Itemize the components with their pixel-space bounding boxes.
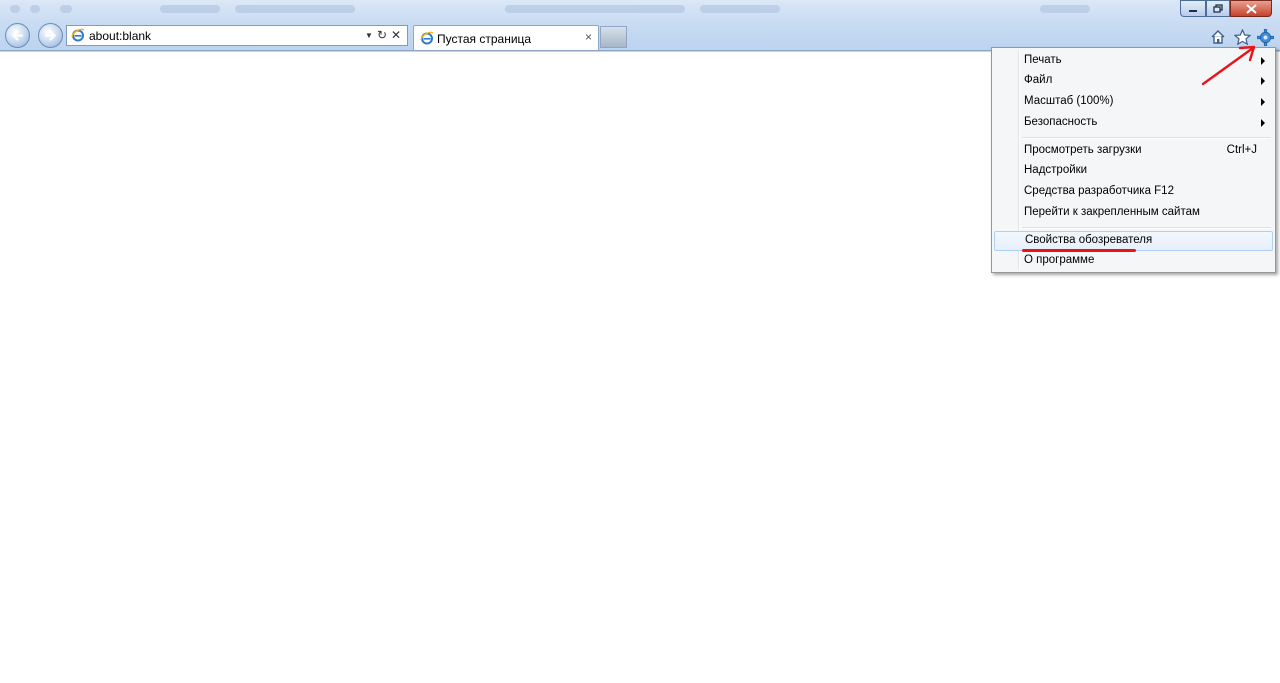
ie-logo-icon [71, 28, 85, 42]
menu-item-about[interactable]: О программе [994, 251, 1273, 271]
submenu-arrow-icon [1261, 119, 1265, 127]
close-window-button[interactable] [1230, 0, 1272, 17]
arrow-left-icon [11, 30, 24, 41]
annotation-underline [1022, 249, 1136, 252]
menu-item-safety[interactable]: Безопасность [994, 113, 1273, 133]
menu-item-label: Надстройки [1024, 164, 1088, 176]
stop-icon[interactable]: ✕ [390, 28, 402, 43]
menu-item-shortcut: Ctrl+J [1226, 144, 1257, 156]
minimize-icon [1189, 9, 1197, 12]
menu-item-label: Свойства обозревателя [1025, 234, 1153, 246]
tab-close-button[interactable]: × [585, 30, 592, 44]
address-dropdown-icon[interactable]: ▼ [363, 28, 375, 43]
menu-item-internet-options[interactable]: Свойства обозревателя [994, 231, 1273, 251]
browser-window: about:blank ▼ ↻ ✕ Пустая страница × Печа… [0, 0, 1280, 683]
close-icon [1245, 3, 1257, 14]
tab-blank-page[interactable]: Пустая страница × [413, 25, 599, 50]
annotation-arrow-icon [1201, 45, 1256, 86]
menu-item-label: Средства разработчика F12 [1024, 185, 1174, 197]
menu-item-label: Файл [1024, 74, 1053, 86]
menu-item-zoom[interactable]: Масштаб (100%) [994, 92, 1273, 112]
refresh-icon[interactable]: ↻ [376, 28, 388, 43]
window-controls [1180, 0, 1272, 18]
menu-item-label: Безопасность [1024, 116, 1098, 128]
menu-item-add-ons[interactable]: Надстройки [994, 161, 1273, 181]
menu-item-label: Масштаб (100%) [1024, 95, 1114, 107]
back-button[interactable] [5, 23, 30, 48]
menu-item-label: Просмотреть загрузки [1024, 144, 1142, 156]
menu-item-label: Перейти к закрепленным сайтам [1024, 206, 1200, 218]
restore-icon [1213, 4, 1223, 13]
title-bar [0, 0, 1280, 20]
address-bar[interactable]: about:blank ▼ ↻ ✕ [66, 25, 408, 46]
ie-logo-icon [420, 31, 434, 45]
submenu-arrow-icon [1261, 98, 1265, 106]
menu-item-pinned-sites[interactable]: Перейти к закрепленным сайтам [994, 203, 1273, 223]
address-input[interactable]: about:blank [89, 29, 151, 43]
menu-item-developer-tools[interactable]: Средства разработчика F12 [994, 182, 1273, 202]
arrow-right-icon [44, 30, 57, 41]
menu-separator [1022, 227, 1271, 229]
menu-item-label: О программе [1024, 254, 1095, 266]
new-tab-button[interactable] [600, 26, 627, 48]
minimize-button[interactable] [1180, 0, 1206, 17]
restore-button[interactable] [1206, 0, 1230, 17]
forward-button[interactable] [38, 23, 63, 48]
menu-separator [1022, 137, 1271, 139]
menu-item-label: Печать [1024, 54, 1062, 66]
menu-item-view-downloads[interactable]: Просмотреть загрузки Ctrl+J [994, 141, 1273, 161]
tab-title: Пустая страница [437, 32, 532, 46]
browser-toolbar: about:blank ▼ ↻ ✕ Пустая страница × [0, 0, 1280, 51]
